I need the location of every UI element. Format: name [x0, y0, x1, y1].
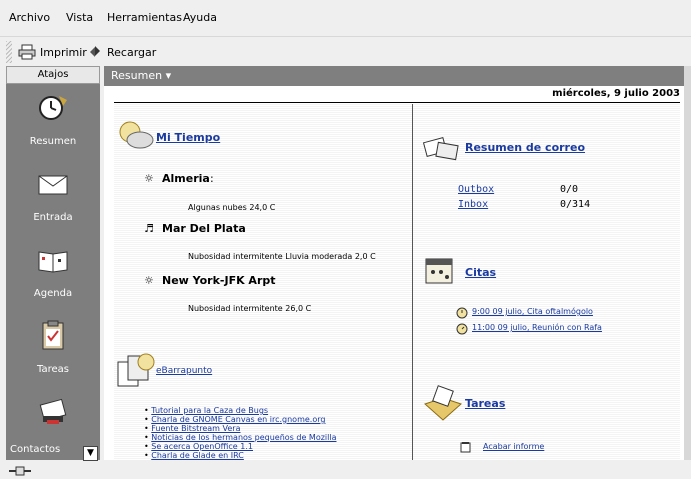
appointments-icon: [425, 258, 453, 284]
news-item[interactable]: Tutorial para la Caza de Bugs: [144, 406, 336, 415]
weather-desc: Nubosidad intermitente Lluvia moderada 2…: [188, 252, 376, 261]
sidebar-item-agenda[interactable]: Agenda: [6, 236, 100, 312]
news-item[interactable]: Charla de GNOME Canvas en irc.gnome.org: [144, 415, 336, 424]
news-item[interactable]: Fuente Bitstream Vera: [144, 424, 336, 433]
menu-vista[interactable]: Vista: [66, 11, 93, 24]
weather-place-name: New York-JFK Arpt: [162, 274, 276, 287]
content-header[interactable]: Resumen ▾: [104, 66, 684, 86]
menu-archivo[interactable]: Archivo: [9, 11, 50, 24]
shortcuts-header[interactable]: Atajos: [6, 66, 100, 84]
weather-desc: Algunas nubes 24,0 C: [188, 203, 276, 212]
weather-desc: Nubosidad intermitente 26,0 C: [188, 304, 312, 313]
mail-folder-count: 0/314: [560, 199, 591, 210]
task-checkbox-icon[interactable]: [460, 441, 472, 453]
sidebar-item-tareas[interactable]: Tareas: [6, 312, 100, 388]
reload-label: Recargar: [107, 45, 157, 59]
printer-icon: [18, 44, 36, 60]
mail-folder-link[interactable]: Inbox: [458, 199, 488, 210]
weather-place-name: Mar Del Plata: [162, 222, 246, 235]
date-label: miércoles, 9 julio 2003: [114, 88, 680, 103]
news-item[interactable]: Charla de Glade en IRC: [144, 451, 336, 460]
mail-summary-link[interactable]: Resumen de correo: [465, 141, 585, 154]
reload-icon: [90, 46, 100, 57]
reload-button[interactable]: Recargar: [87, 43, 156, 61]
appointments-link[interactable]: Citas: [465, 266, 496, 279]
weather-title-link[interactable]: Mi Tiempo: [156, 131, 220, 144]
weather-icon-sun: ☼: [144, 274, 154, 287]
print-label: Imprimir: [40, 45, 87, 59]
mail-summary-icon: [423, 137, 459, 161]
weather-icon-sun: ☼: [144, 172, 154, 185]
weather-icon-rain: ♬: [144, 222, 154, 235]
menu-bar: Archivo Vista Herramientas Ayuda: [0, 0, 691, 36]
mail-folder-count: 0/0: [560, 184, 579, 195]
print-button[interactable]: Imprimir: [18, 43, 87, 61]
contacts-icon: [39, 398, 67, 424]
content-title: Resumen ▾: [111, 69, 172, 82]
tasks-link[interactable]: Tareas: [465, 397, 505, 410]
sidebar-item-resumen[interactable]: Resumen: [6, 84, 100, 160]
clipboard-icon: [42, 320, 64, 350]
sidebar-item-entrada[interactable]: Entrada: [6, 160, 100, 236]
vertical-scrollbar[interactable]: [684, 66, 691, 460]
weather-place-name: Almeria: [162, 172, 210, 185]
status-bar: [0, 462, 691, 479]
menu-herramientas[interactable]: Herramientas: [107, 11, 182, 24]
sidebar-item-label: Resumen: [29, 136, 77, 147]
news-title-link[interactable]: eBarrapunto: [156, 366, 212, 376]
sidebar-item-label: Entrada: [33, 212, 73, 223]
sidebar-item-label: Tareas: [37, 364, 69, 375]
appointment-item[interactable]: 11:00 09 julio, Reunión con Rafa: [472, 323, 602, 332]
connection-icon: [9, 466, 31, 476]
news-item[interactable]: Se acerca OpenOffice 1.1: [144, 442, 336, 451]
appointment-item[interactable]: 9:00 09 julio, Cita oftalmógolo: [472, 307, 593, 316]
colon: :: [210, 172, 214, 185]
toolbar-grip[interactable]: [6, 41, 12, 63]
menu-ayuda[interactable]: Ayuda: [183, 11, 217, 24]
sidebar-item-contactos[interactable]: Contactos ▼: [6, 388, 100, 464]
right-column: Resumen de correo Outbox 0/0 Inbox 0/314…: [413, 104, 680, 460]
tasks-icon: [424, 385, 462, 421]
summary-content: Resumen ▾ miércoles, 9 julio 2003 Mi Tie…: [104, 66, 684, 460]
weather-icon: [119, 121, 154, 149]
chevron-down-icon[interactable]: ▼: [83, 446, 98, 461]
task-item[interactable]: Acabar informe: [483, 442, 544, 451]
news-icon: [117, 353, 155, 387]
news-list: Tutorial para la Caza de Bugs Charla de …: [144, 406, 336, 460]
appointment-clock-icon: [456, 323, 468, 335]
calendar-book-icon: [38, 251, 68, 273]
shortcuts-panel: Resumen Entrada Agenda Tareas Contactos …: [6, 84, 100, 461]
clock-icon: [39, 96, 67, 120]
shortcuts-sidebar: Atajos Resumen Entrada Agenda Tareas Con…: [6, 66, 100, 461]
mail-folder-link[interactable]: Outbox: [458, 184, 494, 195]
sidebar-item-label: Agenda: [33, 288, 73, 299]
left-column: Mi Tiempo ☼ Almeria : Algunas nubes 24,0…: [114, 104, 412, 460]
envelope-icon: [38, 175, 68, 195]
toolbar: Imprimir Recargar: [0, 36, 691, 67]
news-item[interactable]: Noticias de los hermanos pequeños de Moz…: [144, 433, 336, 442]
appointment-clock-icon: [456, 307, 468, 319]
